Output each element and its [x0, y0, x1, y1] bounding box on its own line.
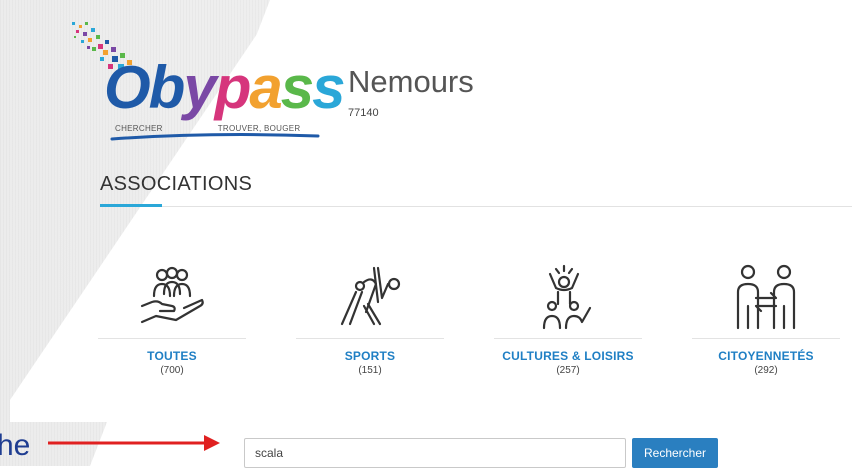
logo-part-a: a	[249, 54, 282, 121]
obypass-logo[interactable]: Obypass CHERCHER TROUVER, BOUGER	[70, 20, 346, 141]
search-annotation-label: rche	[0, 429, 31, 462]
category-label: SPORTS	[344, 349, 396, 363]
category-separator	[296, 338, 444, 339]
search-input[interactable]	[244, 438, 626, 468]
category-cultures-loisirs[interactable]: CULTURES & LOISIRS (257)	[494, 262, 642, 376]
category-count: (257)	[556, 365, 580, 376]
category-label: CITOYENNETÉS	[718, 349, 814, 363]
section-title: ASSOCIATIONS	[100, 173, 253, 195]
gymnast-ball-icon	[340, 266, 401, 326]
two-citizens-exchange-icon	[736, 264, 796, 330]
category-count: (151)	[358, 365, 382, 376]
city-zip: 77140	[348, 107, 379, 119]
annotation-arrow-icon	[48, 435, 220, 451]
category-count: (700)	[160, 365, 184, 376]
category-separator	[98, 338, 246, 339]
logo-part-s1: s	[280, 54, 314, 121]
logo-part-p: p	[214, 54, 252, 121]
category-separator	[494, 338, 642, 339]
section-divider	[162, 206, 852, 207]
category-toutes[interactable]: TOUTES (700)	[98, 262, 246, 376]
category-separator	[692, 338, 840, 339]
section-title-underline	[100, 204, 162, 207]
category-label: TOUTES	[147, 349, 197, 363]
category-count: (292)	[754, 365, 778, 376]
celebrating-people-icon	[542, 264, 592, 330]
category-sports[interactable]: SPORTS (151)	[296, 262, 444, 376]
people-in-hand-icon	[140, 266, 204, 324]
category-citoyennetes[interactable]: CITOYENNETÉS (292)	[692, 262, 840, 376]
logo-wordmark: Obypass	[104, 58, 346, 118]
city-name: Nemours	[348, 64, 474, 99]
category-label: CULTURES & LOISIRS	[502, 349, 634, 363]
search-button[interactable]: Rechercher	[632, 438, 718, 468]
logo-part-ob: Ob	[104, 54, 185, 121]
logo-swoosh	[110, 133, 320, 141]
logo-part-s2: s	[312, 54, 345, 121]
logo-part-y: y	[183, 54, 216, 121]
